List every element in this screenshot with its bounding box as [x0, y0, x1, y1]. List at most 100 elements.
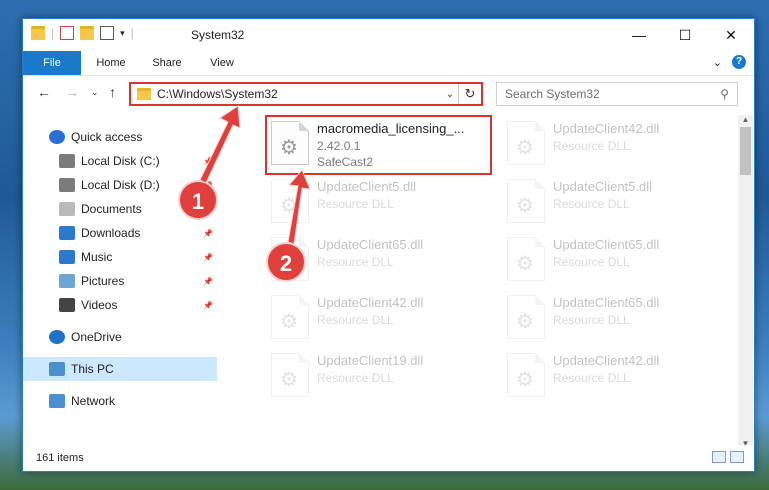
- sidebar-item[interactable]: Pictures 📌: [23, 269, 217, 293]
- file-item[interactable]: ⚙ UpdateClient65.dll Resource DLL: [505, 233, 735, 293]
- file-item[interactable]: ⚙ UpdateClient42.dll Resource DLL: [505, 117, 735, 177]
- file-detail: Resource DLL: [553, 371, 630, 385]
- sidebar-item-label: Downloads: [81, 226, 141, 240]
- search-input[interactable]: Search System32: [505, 87, 600, 101]
- dll-file-icon: ⚙: [271, 121, 309, 165]
- gear-icon: ⚙: [280, 369, 298, 391]
- downloads-icon: [59, 226, 75, 240]
- pin-icon: 📌: [203, 300, 213, 310]
- videos-icon: [59, 298, 75, 312]
- vertical-scrollbar[interactable]: ▲ ▼: [738, 115, 753, 448]
- tab-file[interactable]: File: [23, 51, 81, 75]
- sidebar-item-label: Music: [81, 250, 113, 264]
- sidebar-item-label: Local Disk (C:): [81, 154, 160, 168]
- file-item[interactable]: ⚙ UpdateClient42.dll Resource DLL: [505, 349, 735, 409]
- file-item[interactable]: ⚙ macromedia_licensing_... 2.42.0.1 SafeCas…: [269, 117, 499, 177]
- sidebar-item-label: This PC: [71, 362, 114, 376]
- file-detail: Resource DLL: [317, 313, 394, 327]
- address-bar[interactable]: C:\Windows\System32 ⌄ ↻: [129, 82, 483, 106]
- callout-2: 2: [266, 242, 306, 282]
- file-detail: Resource DLL: [553, 313, 630, 327]
- sidebar-item[interactable]: Quick access: [23, 125, 217, 149]
- forward-arrow-icon[interactable]: →: [65, 84, 79, 100]
- gear-icon: ⚙: [516, 311, 534, 333]
- back-arrow-icon[interactable]: ←: [37, 84, 51, 100]
- title-bar: | ▾ | System32 — ☐ ✕: [23, 19, 754, 51]
- recent-locations-icon[interactable]: ⌄: [91, 87, 99, 98]
- dll-file-icon: ⚙: [507, 353, 545, 397]
- scrollbar-thumb[interactable]: [740, 127, 751, 175]
- sidebar-item-label: Local Disk (D:): [81, 178, 160, 192]
- file-detail: Resource DLL: [553, 197, 630, 211]
- sidebar-item-label: Network: [71, 394, 116, 408]
- file-detail: Resource DLL: [553, 139, 630, 153]
- sidebar-item[interactable]: OneDrive: [23, 325, 217, 349]
- drive-icon: [59, 154, 75, 168]
- up-arrow-icon[interactable]: ↑: [109, 84, 116, 100]
- gear-icon: ⚙: [280, 137, 298, 159]
- expand-ribbon-button[interactable]: ⌄: [713, 56, 722, 69]
- star-icon: [49, 130, 65, 144]
- file-item[interactable]: ⚙ UpdateClient42.dll Resource DLL: [269, 291, 499, 351]
- file-name: UpdateClient65.dll: [553, 295, 660, 310]
- file-name: UpdateClient42.dll: [317, 295, 424, 310]
- sidebar-item-label: Videos: [81, 298, 118, 312]
- file-item[interactable]: ⚙ UpdateClient5.dll Resource DLL: [269, 175, 499, 235]
- sidebar-item[interactable]: Local Disk (C:) 📌: [23, 149, 217, 173]
- help-icon[interactable]: ?: [732, 55, 746, 69]
- address-path[interactable]: C:\Windows\System32: [157, 87, 442, 101]
- tab-share[interactable]: Share: [141, 51, 193, 75]
- navigation-bar: ← → ⌄ ↑ C:\Windows\System32 ⌄ ↻ Search S…: [23, 76, 754, 110]
- quick-access-toolbar: | ▾ |: [31, 26, 134, 40]
- sidebar-item[interactable]: Downloads 📌: [23, 221, 217, 245]
- file-detail: SafeCast2: [317, 155, 374, 169]
- file-detail: 2.42.0.1: [317, 139, 361, 153]
- dll-file-icon: ⚙: [507, 179, 545, 223]
- explorer-window: | ▾ | System32 — ☐ ✕ File Home Share Vie…: [22, 18, 755, 472]
- navigation-pane: Quick access Local Disk (C:) 📌 Local Disk (…: [23, 115, 217, 445]
- pin-icon: 📌: [203, 156, 213, 166]
- file-item[interactable]: ⚙ UpdateClient19.dll Resource DLL: [269, 349, 499, 409]
- maximize-button[interactable]: ☐: [662, 19, 708, 51]
- folder-icon: [31, 26, 45, 40]
- tab-home[interactable]: Home: [85, 51, 137, 75]
- details-view-icon[interactable]: [712, 451, 726, 463]
- cloud-icon: [49, 330, 65, 344]
- file-name: UpdateClient65.dll: [553, 237, 660, 252]
- file-name: macromedia_licensing_...: [317, 121, 465, 136]
- sidebar-item[interactable]: This PC: [23, 357, 217, 381]
- search-box[interactable]: Search System32 ⚲: [496, 82, 738, 106]
- sidebar-item-label: Documents: [81, 202, 142, 216]
- gear-icon: ⚙: [280, 311, 298, 333]
- minimize-button[interactable]: —: [616, 19, 662, 51]
- pin-icon: 📌: [203, 252, 213, 262]
- refresh-icon[interactable]: ↻: [458, 84, 481, 104]
- pin-icon: 📌: [203, 228, 213, 238]
- dll-file-icon: ⚙: [271, 295, 309, 339]
- qat-dropdown-icon[interactable]: ▾: [120, 28, 125, 39]
- computer-icon: [49, 362, 65, 376]
- file-item[interactable]: ⚙ UpdateClient5.dll Resource DLL: [505, 175, 735, 235]
- sidebar-item[interactable]: Music 📌: [23, 245, 217, 269]
- properties-icon[interactable]: [60, 26, 75, 40]
- address-folder-icon: [137, 88, 151, 100]
- close-button[interactable]: ✕: [708, 19, 754, 51]
- scroll-up-icon[interactable]: ▲: [738, 115, 753, 124]
- callout-1: 1: [178, 180, 218, 220]
- dll-file-icon: ⚙: [271, 353, 309, 397]
- tab-view[interactable]: View: [199, 51, 245, 75]
- search-icon: ⚲: [720, 87, 729, 101]
- sidebar-item-label: Pictures: [81, 274, 125, 288]
- sidebar-item[interactable]: Network: [23, 389, 217, 413]
- address-dropdown-icon[interactable]: ⌄: [442, 89, 458, 100]
- item-count: 161 items: [36, 452, 84, 464]
- gear-icon: ⚙: [516, 195, 534, 217]
- new-folder-icon[interactable]: [80, 26, 95, 40]
- sidebar-item[interactable]: Videos 📌: [23, 293, 217, 317]
- file-detail: Resource DLL: [317, 255, 394, 269]
- gear-icon: ⚙: [516, 369, 534, 391]
- documents-icon: [59, 202, 75, 216]
- customize-qat-icon[interactable]: [100, 26, 115, 40]
- file-item[interactable]: ⚙ UpdateClient65.dll Resource DLL: [505, 291, 735, 351]
- large-icons-view-icon[interactable]: [730, 451, 744, 463]
